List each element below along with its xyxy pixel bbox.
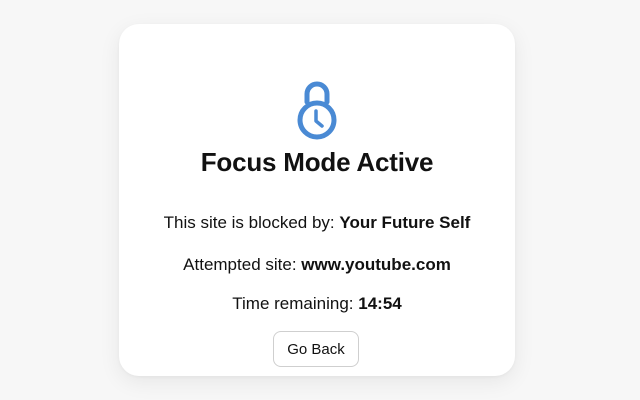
attempted-site-label: Attempted site: [183,255,297,274]
blocked-by-label: This site is blocked by: [163,213,335,232]
lock-clock-icon [295,64,339,144]
time-remaining-label: Time remaining: [232,294,354,313]
blocked-by-row: This site is blocked by: Your Future Sel… [119,211,515,235]
blocked-page: Focus Mode Active This site is blocked b… [0,0,640,400]
attempted-site-row: Attempted site: www.youtube.com [119,253,515,277]
go-back-button[interactable]: Go Back [273,331,359,367]
page-title: Focus Mode Active [200,147,434,177]
attempted-site-value: www.youtube.com [301,255,451,274]
time-remaining-value: 14:54 [358,294,402,313]
blocked-by-value: Your Future Self [339,213,471,232]
focus-mode-card: Focus Mode Active This site is blocked b… [119,24,515,376]
time-remaining-row: Time remaining: 14:54 [119,292,515,316]
